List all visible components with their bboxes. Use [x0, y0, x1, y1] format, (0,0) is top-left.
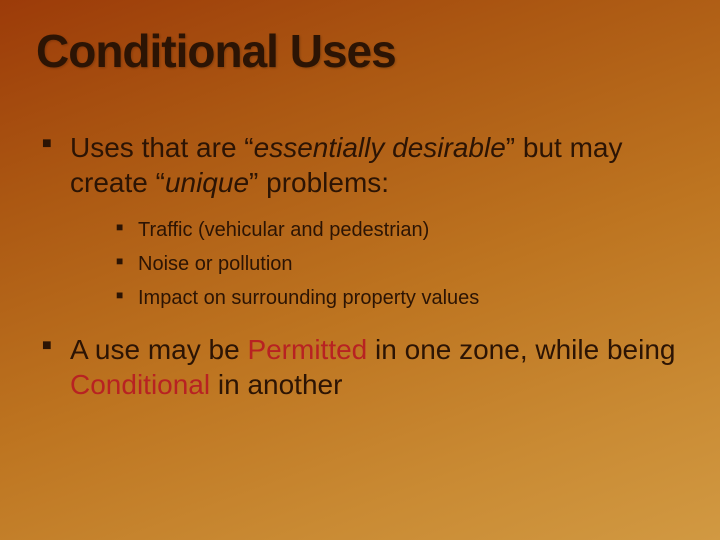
- bullet-item-2: A use may be Permitted in one zone, whil…: [70, 332, 684, 402]
- highlight-permitted: Permitted: [247, 334, 367, 365]
- slide: Conditional Uses Uses that are “essentia…: [0, 0, 720, 540]
- sub-bullet-item: Noise or pollution: [138, 250, 684, 278]
- sub-bullet-item: Impact on surrounding property values: [138, 284, 684, 312]
- sub-bullet-list: Traffic (vehicular and pedestrian) Noise…: [70, 216, 684, 312]
- text: A use may be: [70, 334, 247, 365]
- emphasis: unique: [165, 167, 249, 198]
- slide-title: Conditional Uses: [36, 24, 684, 78]
- text: in one zone, while being: [367, 334, 675, 365]
- text: Uses that are “: [70, 132, 254, 163]
- sub-bullet-item: Traffic (vehicular and pedestrian): [138, 216, 684, 244]
- bullet-list: Uses that are “essentially desirable” bu…: [36, 130, 684, 402]
- bullet-item-1: Uses that are “essentially desirable” bu…: [70, 130, 684, 312]
- text: in another: [210, 369, 342, 400]
- highlight-conditional: Conditional: [70, 369, 210, 400]
- text: ” problems:: [249, 167, 389, 198]
- emphasis: essentially desirable: [254, 132, 506, 163]
